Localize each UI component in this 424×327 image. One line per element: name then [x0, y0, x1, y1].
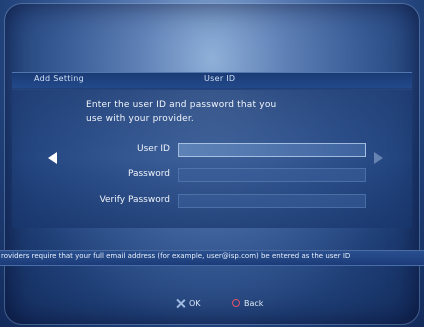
password-field[interactable]: [178, 168, 366, 188]
circle-button-icon: [232, 299, 240, 307]
ok-button[interactable]: OK: [176, 296, 201, 310]
password-input[interactable]: [179, 175, 365, 188]
user-id-field[interactable]: [178, 143, 366, 163]
password-label: Password: [127, 169, 170, 179]
ok-label: OK: [189, 298, 201, 308]
back-button[interactable]: Back: [232, 296, 263, 310]
cross-button-icon: [176, 299, 185, 308]
note-bar: roviders require that your full email ad…: [0, 250, 424, 266]
user-id-input[interactable]: [179, 150, 365, 163]
user-id-label: User ID: [137, 144, 170, 154]
right-arrow-icon[interactable]: [374, 152, 383, 164]
verify-password-field[interactable]: [178, 194, 366, 214]
left-arrow-icon[interactable]: [48, 152, 57, 164]
instruction-line-1: Enter the user ID and password that you: [86, 100, 277, 110]
verify-password-label: Verify Password: [99, 195, 170, 205]
instruction-line-2: use with your provider.: [86, 114, 194, 124]
note-text: roviders require that your full email ad…: [1, 252, 351, 260]
header-title-center: User ID: [204, 74, 236, 83]
verify-password-input[interactable]: [179, 201, 365, 214]
header-title-left: Add Setting: [34, 74, 84, 83]
ps3-network-setting-screen: Add Setting User ID Enter the user ID an…: [0, 0, 424, 327]
back-label: Back: [244, 298, 264, 308]
